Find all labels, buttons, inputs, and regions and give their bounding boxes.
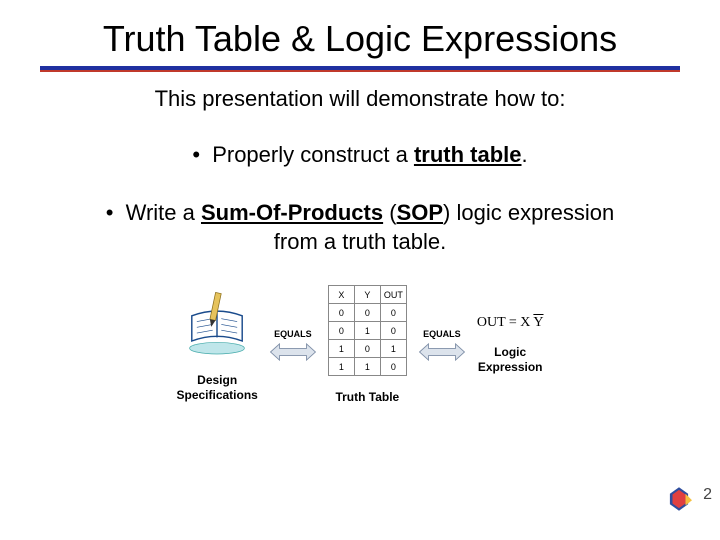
logic-caption: Logic Expression xyxy=(478,345,543,374)
bullet-2-prefix: Write a xyxy=(126,200,201,225)
bullet-1-term: truth table xyxy=(414,142,522,167)
cell: 1 xyxy=(354,358,380,376)
slide-title: Truth Table & Logic Expressions xyxy=(0,0,720,66)
expr-x: X xyxy=(520,315,533,330)
truth-caption: Truth Table xyxy=(335,390,399,404)
equals-arrow-right: EQUALS xyxy=(419,329,465,361)
cell: 1 xyxy=(354,322,380,340)
design-caption: Design Specifications xyxy=(176,373,257,402)
bullet-2-paren-open: ( xyxy=(383,200,396,225)
design-spec-column: Design Specifications xyxy=(176,287,257,402)
book-pencil-icon xyxy=(181,287,253,359)
equals-label-left: EQUALS xyxy=(274,329,312,339)
page-number: 2 xyxy=(703,486,712,504)
logic-expression: OUT = X Y xyxy=(477,315,544,331)
cell: 0 xyxy=(328,322,354,340)
diagram-row: Design Specifications EQUALS X Y OUT 0 0… xyxy=(0,285,720,404)
bullet-marker: • xyxy=(192,142,200,167)
bullet-list: • Properly construct a truth table. • Wr… xyxy=(90,140,630,257)
cell: 0 xyxy=(380,304,406,322)
expr-ybar: Y xyxy=(533,315,543,330)
title-divider xyxy=(40,66,680,72)
cell: 1 xyxy=(328,340,354,358)
cell: 0 xyxy=(380,322,406,340)
table-row: 1 0 1 xyxy=(328,340,406,358)
equals-label-right: EQUALS xyxy=(423,329,461,339)
bullet-2: • Write a Sum-Of-Products (SOP) logic ex… xyxy=(90,198,630,257)
cell: 1 xyxy=(328,358,354,376)
table-row: 0 0 0 xyxy=(328,304,406,322)
bullet-marker: • xyxy=(106,200,114,225)
bullet-1-prefix: Properly construct a xyxy=(212,142,414,167)
cell: 0 xyxy=(354,340,380,358)
bullet-1-suffix: . xyxy=(522,142,528,167)
double-arrow-icon xyxy=(270,343,316,361)
slide-logo-icon xyxy=(666,486,692,512)
bullet-2-abbr: SOP xyxy=(397,200,443,225)
intro-text: This presentation will demonstrate how t… xyxy=(0,86,720,112)
table-row: 0 1 0 xyxy=(328,322,406,340)
bullet-2-term: Sum-Of-Products xyxy=(201,200,383,225)
col-header-y: Y xyxy=(354,286,380,304)
equals-arrow-left: EQUALS xyxy=(270,329,316,361)
bullet-1: • Properly construct a truth table. xyxy=(90,140,630,170)
truth-table-column: X Y OUT 0 0 0 0 1 0 1 0 xyxy=(328,285,407,404)
bullet-2-paren-close: ) xyxy=(443,200,456,225)
truth-table: X Y OUT 0 0 0 0 1 0 1 0 xyxy=(328,285,407,376)
cell: 0 xyxy=(328,304,354,322)
cell: 0 xyxy=(354,304,380,322)
expr-eq: = xyxy=(505,315,520,330)
double-arrow-icon xyxy=(419,343,465,361)
col-header-x: X xyxy=(328,286,354,304)
cell: 0 xyxy=(380,358,406,376)
logic-expression-column: OUT = X Y Logic Expression xyxy=(477,315,544,374)
cell: 1 xyxy=(380,340,406,358)
table-header-row: X Y OUT xyxy=(328,286,406,304)
col-header-out: OUT xyxy=(380,286,406,304)
table-row: 1 1 0 xyxy=(328,358,406,376)
expr-lhs: OUT xyxy=(477,315,506,330)
